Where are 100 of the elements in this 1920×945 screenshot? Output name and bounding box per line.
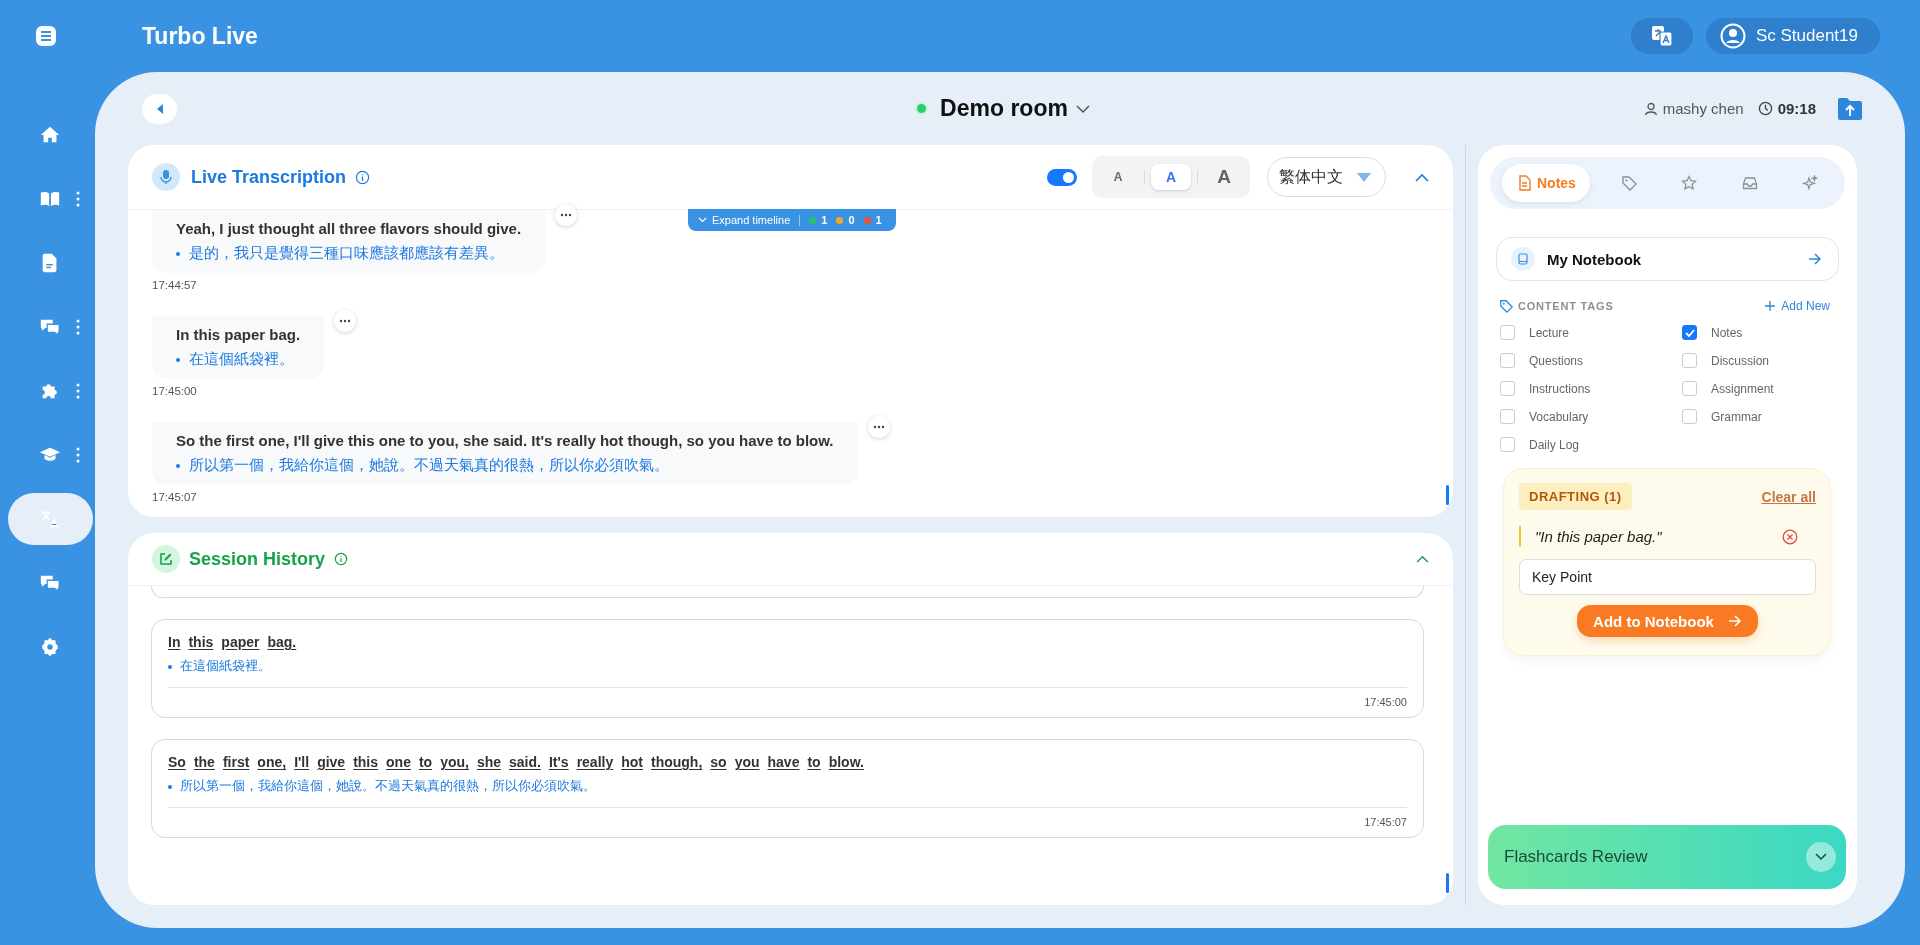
checkbox[interactable] xyxy=(1682,409,1697,424)
language-select[interactable]: 繁体中文 xyxy=(1267,157,1386,197)
timestamp: 17:45:07 xyxy=(1364,816,1407,828)
notebook-link[interactable]: My Notebook xyxy=(1496,237,1839,281)
sparkle-icon xyxy=(1801,175,1818,191)
kebab-menu-icon xyxy=(76,319,80,335)
tag-icon xyxy=(1499,299,1513,313)
chevron-down-icon xyxy=(698,217,707,223)
transcript-text: In this paper bag. xyxy=(168,634,298,650)
sidebar-item[interactable] xyxy=(7,493,93,545)
panel-title: Live Transcription xyxy=(191,166,347,188)
tag-label: Instructions xyxy=(1529,381,1591,396)
timestamp: 17:45:00 xyxy=(1364,696,1407,708)
add-new-button[interactable]: Add New xyxy=(1765,299,1830,313)
bullet-dot xyxy=(168,664,172,669)
checkbox[interactable] xyxy=(1500,325,1515,340)
translation-text: 所以第一個，我給你這個，她說。不過天氣真的很熱，所以你必須吹氣。 xyxy=(180,778,596,795)
edit-icon xyxy=(159,552,173,566)
arrow-right-icon xyxy=(1727,615,1742,627)
collapse-button[interactable] xyxy=(1416,555,1429,563)
collapse-button[interactable] xyxy=(1415,172,1429,182)
font-size-button[interactable]: A xyxy=(1204,164,1244,190)
font-size-button[interactable]: A xyxy=(1098,164,1138,190)
arrow-right-icon xyxy=(1808,253,1822,265)
transcript-text: So the first one, I'll give this one to you, she said. It's really hot though, so you have to blow. xyxy=(176,432,834,449)
clear-all-link[interactable]: Clear all xyxy=(1761,488,1816,505)
translation-text: 在這個紙袋裡。 xyxy=(189,350,294,369)
drafting-badge: DRAFTING (1) xyxy=(1519,483,1632,510)
clock-icon xyxy=(1757,101,1773,116)
document-icon xyxy=(1516,175,1532,191)
bullet-dot xyxy=(176,463,180,468)
checkbox[interactable] xyxy=(1500,409,1515,424)
room-dropdown-button[interactable] xyxy=(1075,103,1090,114)
checkbox[interactable] xyxy=(1500,437,1515,452)
scrollbar-thumb[interactable] xyxy=(1446,485,1449,505)
more-icon xyxy=(339,319,352,323)
menu-icon xyxy=(34,24,58,48)
translate-icon xyxy=(1649,24,1674,48)
translation-text: 所以第一個，我給你這個，她說。不過天氣真的很熱，所以你必須吹氣。 xyxy=(189,456,669,475)
tag-label: Daily Log xyxy=(1529,437,1580,452)
checkbox[interactable] xyxy=(1682,325,1697,340)
tag-label: Questions xyxy=(1529,353,1584,368)
plus-icon xyxy=(1765,301,1776,311)
kebab-menu-icon xyxy=(76,447,80,463)
chevron-up-icon xyxy=(1415,172,1429,182)
expand-timeline-button[interactable]: Expand timeline 1 0 1 xyxy=(688,209,896,231)
add-to-notebook-button[interactable]: Add to Notebook xyxy=(1577,605,1758,637)
tag-label: Notes xyxy=(1711,325,1743,340)
timestamp: 17:45:07 xyxy=(152,491,197,503)
room-name: Demo room xyxy=(940,95,1068,122)
bullet-dot xyxy=(176,251,180,256)
bullet-dot xyxy=(176,357,180,362)
kebab-menu-icon xyxy=(76,191,80,207)
translate-button[interactable] xyxy=(1630,18,1693,54)
app-title: Turbo Live xyxy=(142,22,258,50)
chevron-down-icon xyxy=(1815,853,1827,861)
upload-folder-icon xyxy=(1837,96,1863,121)
info-icon xyxy=(355,169,371,185)
draft-quote: "In this paper bag." xyxy=(1535,528,1662,545)
user-icon xyxy=(1643,101,1658,116)
transcript-text: So the first one, I'll give this one to you, she said. It's really hot though, so you have to blow. xyxy=(168,754,865,770)
remove-icon xyxy=(1782,528,1798,545)
more-options-button[interactable] xyxy=(555,204,578,226)
inbox-icon xyxy=(1741,175,1758,191)
scrollbar-thumb[interactable] xyxy=(1446,873,1449,893)
chevron-up-icon xyxy=(1416,555,1429,563)
user-menu-button[interactable]: Sc Student19 xyxy=(1705,18,1880,54)
checkbox[interactable] xyxy=(1500,381,1515,396)
flashcards-review-button[interactable]: Flashcards Review xyxy=(1488,825,1846,889)
font-size-button[interactable]: A xyxy=(1151,164,1191,190)
tag-label: Vocabulary xyxy=(1529,409,1589,424)
session-timer: 09:18 xyxy=(1777,100,1816,117)
caret-down-icon xyxy=(1357,172,1371,182)
microphone-icon xyxy=(160,169,172,185)
checkbox[interactable] xyxy=(1500,353,1515,368)
user-avatar-icon xyxy=(1719,23,1746,49)
checkbox[interactable] xyxy=(1682,353,1697,368)
transcript-text: In this paper bag. xyxy=(176,326,301,343)
transcript-text: Yeah, I just thought all three flavors should give. xyxy=(176,220,522,237)
back-button[interactable] xyxy=(142,93,177,124)
more-icon xyxy=(560,213,573,217)
tag-label: Assignment xyxy=(1711,381,1774,396)
settings-icon xyxy=(39,636,61,658)
bullet-dot xyxy=(168,784,172,789)
info-icon xyxy=(334,552,349,566)
check-icon xyxy=(1684,328,1695,337)
more-options-button[interactable] xyxy=(867,416,890,438)
chevron-down-icon xyxy=(1075,103,1090,114)
panel-tab[interactable]: Notes xyxy=(1502,164,1590,202)
tag-label: Grammar xyxy=(1711,409,1762,424)
checkbox[interactable] xyxy=(1682,381,1697,396)
toggle-switch[interactable] xyxy=(1047,168,1077,186)
tag-label: Lecture xyxy=(1529,325,1570,340)
book-icon xyxy=(1518,253,1528,265)
tag-icon xyxy=(1621,175,1638,191)
kebab-menu-icon xyxy=(76,383,80,399)
translation-text: 在這個紙袋裡。 xyxy=(180,658,271,675)
note-input-field[interactable]: Key Point xyxy=(1519,559,1816,595)
more-options-button[interactable] xyxy=(334,310,357,332)
tag-label: Discussion xyxy=(1711,353,1770,368)
